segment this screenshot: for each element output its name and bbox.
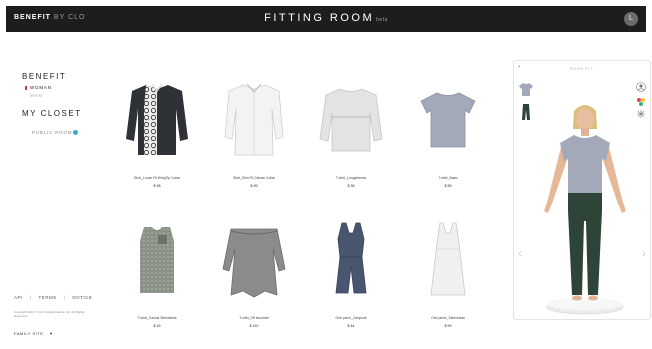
sidebar-heading-benefit[interactable]: BENEFIT	[22, 72, 102, 84]
basic-tshirt-icon[interactable]	[403, 66, 493, 171]
active-marker	[25, 86, 27, 90]
product-name: Shirt_Loose Fit WingTip Collar	[134, 176, 180, 180]
product-card[interactable]: T-shirt_Basic $ 55	[403, 66, 493, 196]
next-arrow-icon[interactable]: ›	[642, 246, 646, 260]
worn-top-thumbnail[interactable]	[519, 81, 533, 97]
top-bar: BENEFIT BY CLO FITTING ROOM beta L	[6, 6, 646, 32]
sidebar: BENEFIT WOMAN MAN MY CLOSET PUBLIC ROOM	[22, 72, 102, 137]
product-price: $ 110	[249, 324, 259, 328]
product-price: $ 99	[250, 184, 258, 188]
patterned-shirt-icon[interactable]	[112, 66, 202, 171]
product-price: $ 98	[153, 184, 161, 188]
footer-link-terms[interactable]: TERMS	[38, 295, 56, 300]
product-name: T-shirt_Casual Sleeveless	[137, 316, 177, 320]
family-site-select[interactable]: FAMILY SITE ▼	[14, 331, 53, 336]
prev-arrow-icon[interactable]: ‹	[518, 246, 522, 260]
user-avatar[interactable]: L	[624, 12, 638, 26]
copyright-text: Copyright 2019 © CLO Virtual Fashion Inc…	[14, 310, 85, 318]
sidebar-heading-my-closet[interactable]: MY CLOSET	[22, 109, 102, 121]
fitting-panel: › BENEFIT ‹ ›	[513, 60, 651, 320]
product-card[interactable]: Shirt_Slim Fit Classic Collar $ 99	[209, 66, 299, 196]
footer-links: API | TERMS | NOTICE	[14, 295, 93, 300]
panel-header: BENEFIT	[570, 66, 594, 71]
product-price: $ 35	[347, 184, 355, 188]
longsleeve-icon[interactable]	[306, 66, 396, 171]
sleeveless-dress-icon[interactable]	[403, 206, 493, 311]
jumpsuit-icon[interactable]	[306, 206, 396, 311]
sidebar-item-label: WOMAN	[30, 85, 52, 90]
caret-down-icon: ▼	[48, 331, 54, 336]
product-card[interactable]: T-shirt_Casual Sleeveless $ 15	[112, 206, 202, 336]
beta-badge: beta	[376, 17, 388, 23]
page-title: FITTING ROOM beta	[6, 12, 646, 24]
sidebar-item-man[interactable]: MAN	[22, 92, 102, 100]
sidebar-item-label: MAN	[30, 93, 43, 98]
product-grid: Shirt_Loose Fit WingTip Collar $ 98 Shir…	[112, 66, 492, 336]
product-card[interactable]: One piece_Sleeveless $ 99	[403, 206, 493, 336]
footer-link-notice[interactable]: NOTICE	[72, 295, 92, 300]
product-price: $ 44	[347, 324, 355, 328]
product-price: $ 15	[153, 324, 161, 328]
product-card[interactable]: T-shirt_Longsleeves $ 35	[306, 66, 396, 196]
product-name: T-shirt_Off shoulder	[239, 316, 269, 320]
sidebar-item-public-room[interactable]: PUBLIC ROOM	[22, 129, 102, 137]
product-name: T-shirt_Basic	[438, 176, 458, 180]
info-dot-icon	[73, 130, 79, 136]
avatar-3d-model[interactable]	[530, 99, 640, 319]
product-name: One piece_Jumpsuit	[335, 316, 367, 320]
avatar-icon[interactable]	[636, 79, 646, 92]
product-name: Shirt_Slim Fit Classic Collar	[233, 176, 275, 180]
product-card[interactable]: One piece_Jumpsuit $ 44	[306, 206, 396, 336]
page-title-text: FITTING ROOM	[264, 12, 375, 24]
product-name: One piece_Sleeveless	[431, 316, 465, 320]
white-shirt-icon[interactable]	[209, 66, 299, 171]
family-site-label: FAMILY SITE	[14, 331, 44, 336]
footer-link-api[interactable]: API	[14, 295, 23, 300]
product-card[interactable]: T-shirt_Off shoulder $ 110	[209, 206, 299, 336]
off-shoulder-icon[interactable]	[209, 206, 299, 311]
product-name: T-shirt_Longsleeves	[335, 176, 367, 180]
product-price: $ 55	[444, 184, 452, 188]
sidebar-item-label: PUBLIC ROOM	[32, 130, 73, 135]
sidebar-item-woman[interactable]: WOMAN	[22, 84, 102, 92]
product-price: $ 99	[444, 324, 452, 328]
sleeveless-top-icon[interactable]	[112, 206, 202, 311]
product-card[interactable]: Shirt_Loose Fit WingTip Collar $ 98	[112, 66, 202, 196]
